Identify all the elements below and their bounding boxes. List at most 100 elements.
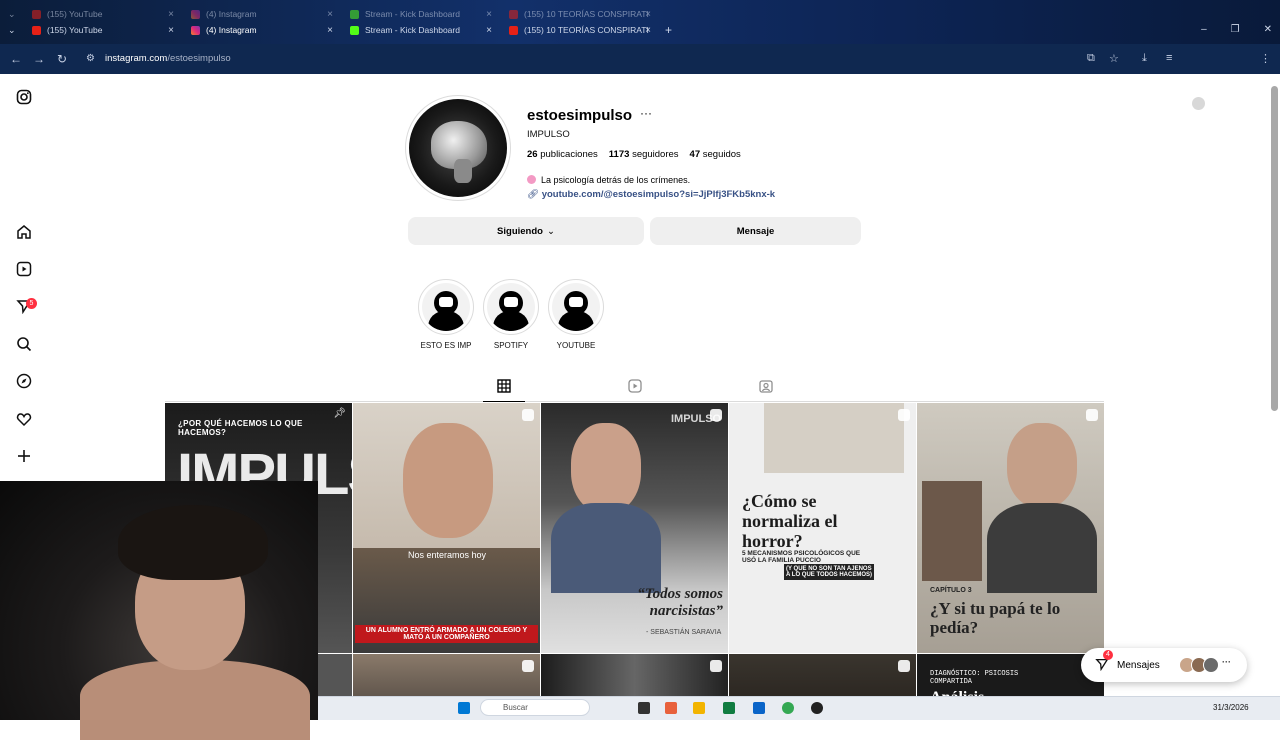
youtube-icon xyxy=(509,25,518,35)
reel-icon xyxy=(898,660,910,672)
brain-logo-icon xyxy=(409,99,507,197)
messages-pill-button[interactable]: 4 Mensajes ··· xyxy=(1081,648,1247,682)
post-tile[interactable]: IMPULSO “Todos somos narcisistas” - SEBA… xyxy=(541,403,728,653)
reel-icon xyxy=(1086,409,1098,421)
close-icon[interactable]: × xyxy=(486,25,492,36)
profile-username: estoesimpulso xyxy=(527,107,633,124)
forward-icon[interactable]: → xyxy=(33,52,45,66)
install-app-icon[interactable]: ⧉ xyxy=(1087,52,1095,65)
tab-instagram[interactable]: (4) Instagram × xyxy=(191,22,333,38)
media-control-icon[interactable]: ≡ xyxy=(1166,52,1172,64)
create-icon[interactable] xyxy=(15,448,33,466)
profile-bio: La psicología detrás de los crímenes. xyxy=(527,175,690,185)
close-icon[interactable]: × xyxy=(168,25,174,36)
close-icon: × xyxy=(168,8,174,20)
app-icon[interactable] xyxy=(811,702,823,714)
instagram-logo-icon[interactable] xyxy=(15,89,33,107)
highlight-esto-es-imp[interactable]: ESTO ES IMP xyxy=(418,279,474,350)
ghost-tab-kick: Stream - Kick Dashboard × xyxy=(350,6,492,22)
tab-youtube[interactable]: (155) YouTube × xyxy=(32,22,174,38)
back-icon[interactable]: ← xyxy=(10,52,22,66)
ghost-tab-row: ⌄ (155) YouTube × (4) Instagram × Stream… xyxy=(0,6,1280,22)
tagged-icon xyxy=(759,380,773,393)
app-icon[interactable] xyxy=(665,702,677,714)
brain-emoji-icon xyxy=(527,175,536,184)
close-icon[interactable]: × xyxy=(327,25,333,36)
outlook-icon[interactable] xyxy=(753,702,765,714)
silhouette-icon xyxy=(422,283,470,331)
post-tile[interactable]: ¿Cómo se normaliza el horror? 5 MECANISM… xyxy=(729,403,916,653)
tab-search-icon[interactable]: ⌄ xyxy=(8,25,16,36)
message-button[interactable]: Mensaje xyxy=(650,217,861,245)
menu-icon[interactable]: ⋮ xyxy=(1260,52,1271,65)
followers-stat[interactable]: 1173 seguidores xyxy=(609,149,679,160)
profile-link[interactable]: 🔗︎ youtube.com/@estoesimpulso?si=JjPIfj3… xyxy=(527,189,775,200)
youtube-icon xyxy=(32,25,41,35)
explore-icon[interactable] xyxy=(15,373,33,391)
task-view-icon[interactable] xyxy=(638,702,650,714)
url-field[interactable]: instagram.com/estoesimpulso xyxy=(105,53,231,64)
instagram-icon xyxy=(191,9,200,19)
chevron-down-icon: ⌄ xyxy=(8,8,16,19)
close-icon[interactable]: × xyxy=(645,25,651,36)
heart-icon[interactable] xyxy=(15,411,33,429)
youtube-icon xyxy=(509,9,518,19)
tab-youtube-video[interactable]: (155) 10 TEORÍAS CONSPIRATI × xyxy=(509,22,651,38)
message-avatars: ··· xyxy=(1179,657,1231,673)
instagram-icon xyxy=(191,25,200,35)
taskbar-date: 31/3/2026 xyxy=(1213,703,1249,712)
download-icon[interactable]: ⤓ xyxy=(1142,52,1147,65)
post-tile[interactable]: Nos enteramos hoy UN ALUMNO ENTRÓ ARMADO… xyxy=(353,403,540,653)
following-button[interactable]: Siguiendo ⌄ xyxy=(408,217,644,245)
taskbar-search-field[interactable]: Buscar xyxy=(480,699,590,716)
search-icon[interactable] xyxy=(15,336,33,354)
site-info-icon[interactable]: ⚙ xyxy=(86,53,95,64)
new-tab-button[interactable]: + xyxy=(665,23,672,37)
following-stat[interactable]: 47 seguidos xyxy=(690,149,741,160)
close-icon: × xyxy=(645,8,651,20)
reels-icon[interactable] xyxy=(15,261,33,279)
page-scrollbar[interactable] xyxy=(1271,86,1278,411)
tab-tagged[interactable] xyxy=(759,379,773,396)
highlight-spotify[interactable]: SPOTIFY xyxy=(483,279,539,350)
close-icon: × xyxy=(486,8,492,20)
reload-icon[interactable]: ↻ xyxy=(57,52,67,66)
reel-icon xyxy=(522,660,534,672)
app-icon[interactable] xyxy=(723,702,735,714)
window-controls: – ❐ ✕ xyxy=(1201,24,1272,35)
webcam-person-hair xyxy=(118,505,268,580)
bookmark-star-icon[interactable]: ☆ xyxy=(1109,52,1119,65)
maximize-icon[interactable]: ❐ xyxy=(1231,24,1240,35)
messages-icon: 4 xyxy=(1095,649,1113,674)
browser-tab-strip: ⌄ (155) YouTube × (4) Instagram × Stream… xyxy=(0,0,1280,44)
minimize-icon[interactable]: – xyxy=(1201,24,1207,35)
address-bar: ← → ↻ ⚙ instagram.com/estoesimpulso ⧉ ☆ … xyxy=(0,44,1280,110)
profile-status-button[interactable]: En pausa xyxy=(1192,94,1245,112)
home-icon[interactable] xyxy=(15,224,33,242)
windows-start-icon[interactable] xyxy=(458,702,470,714)
highlight-youtube[interactable]: YOUTUBE xyxy=(548,279,604,350)
kick-icon xyxy=(350,9,359,19)
carousel-icon xyxy=(898,409,910,421)
tab-reels[interactable] xyxy=(628,379,642,396)
silhouette-icon xyxy=(552,283,600,331)
kick-icon xyxy=(350,25,359,35)
profile-full-name: IMPULSO xyxy=(527,129,570,140)
youtube-icon xyxy=(32,9,41,19)
more-options-icon[interactable]: ··· xyxy=(640,106,652,120)
profile-avatar[interactable] xyxy=(405,95,511,201)
silhouette-icon xyxy=(487,283,535,331)
close-window-icon[interactable]: ✕ xyxy=(1264,24,1272,35)
file-explorer-icon[interactable] xyxy=(693,702,705,714)
close-icon: × xyxy=(327,8,333,20)
tab-kick[interactable]: Stream - Kick Dashboard × xyxy=(350,22,492,38)
tab-posts[interactable] xyxy=(497,379,511,396)
chrome-icon[interactable] xyxy=(782,702,794,714)
webcam-person-body xyxy=(80,660,310,740)
messages-badge: 5 xyxy=(26,298,37,309)
ghost-tab-instagram: (4) Instagram × xyxy=(191,6,333,22)
avatar xyxy=(1203,657,1219,673)
reels-icon xyxy=(628,379,642,393)
post-tile[interactable]: CAPÍTULO 3 ¿Y si tu papá te lo pedía? xyxy=(917,403,1104,653)
pin-icon: 📌︎ xyxy=(333,408,346,419)
